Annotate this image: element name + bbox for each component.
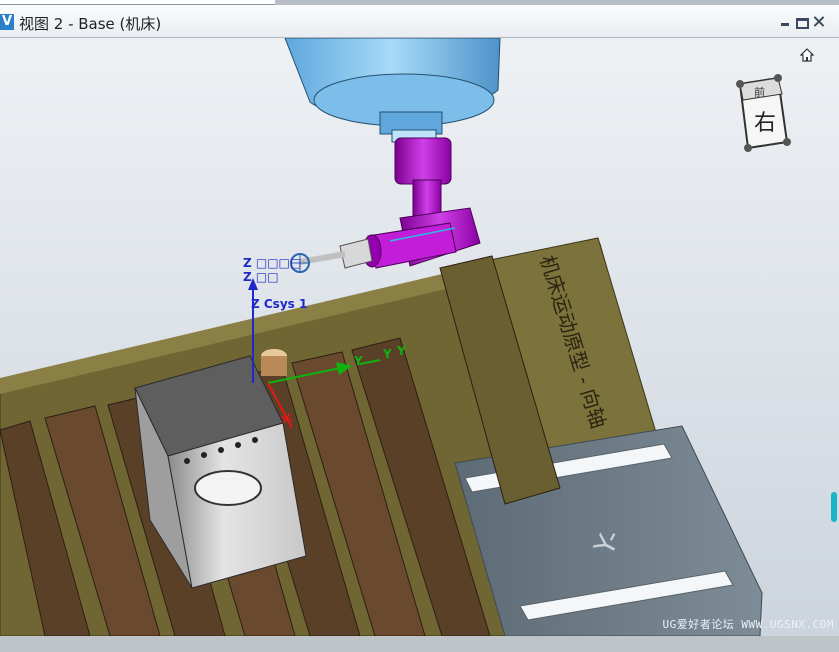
tool-head-upper bbox=[394, 137, 452, 185]
view-title: 视图 2 - Base (机床) bbox=[19, 15, 162, 33]
graphics-viewport[interactable]: Y- Z □□□□ Z □□ Z Csys 1 Y Y Y X 机床运动原型 -… bbox=[0, 38, 839, 652]
tool-z-label-bottom: Z □□ bbox=[243, 270, 279, 284]
home-view-icon[interactable] bbox=[800, 48, 814, 62]
csys-z-label: Z Csys 1 bbox=[251, 297, 307, 311]
maximize-icon[interactable] bbox=[796, 18, 809, 29]
view-titlebar[interactable]: V 视图 2 - Base (机床) bbox=[0, 5, 839, 38]
view-cube-face-label: 右 bbox=[754, 111, 776, 136]
y-label-third: Y bbox=[396, 344, 406, 358]
minimize-icon[interactable] bbox=[779, 16, 791, 27]
scrollbar-thumb[interactable] bbox=[831, 492, 837, 522]
status-strip bbox=[0, 636, 839, 652]
watermark-text: UG爱好者论坛 WWW.UGSNX.COM bbox=[662, 618, 834, 631]
machine-scene: Y- Z □□□□ Z □□ Z Csys 1 Y Y Y X 机床运动原型 -… bbox=[0, 38, 839, 652]
close-icon[interactable] bbox=[813, 16, 825, 27]
tool-z-label-top: Z □□□□ bbox=[243, 256, 301, 270]
app-logo-icon: V bbox=[0, 14, 14, 30]
view-cube-top-label: 前 bbox=[754, 85, 765, 99]
y-label-second: Y bbox=[382, 347, 392, 361]
csys-y-label: Y bbox=[353, 354, 363, 368]
